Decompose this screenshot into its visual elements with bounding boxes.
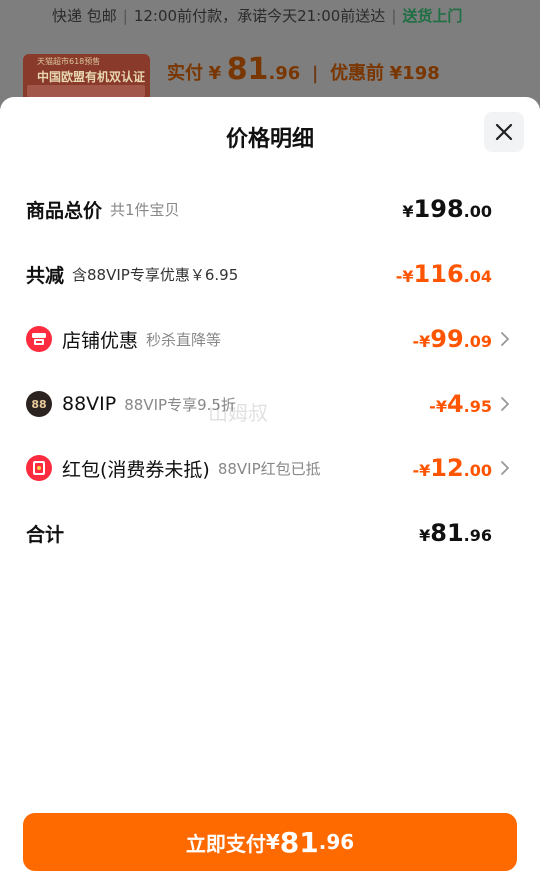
red-envelope-icon <box>26 455 52 481</box>
currency-symbol: ¥ <box>419 526 431 545</box>
row-total-discount: 共减 含88VIP专享优惠￥6.95 -¥116.04 <box>26 254 516 294</box>
background-page: 快递 包邮 | 12:00前付款，承诺今天21:00前送达 | 送货上门 天猫超市618… <box>0 0 540 110</box>
row-amount: -¥99.09 <box>412 325 492 353</box>
amount-dec: .04 <box>463 267 492 286</box>
row-label: 88VIP <box>62 393 117 415</box>
amount-dec: .95 <box>463 397 492 416</box>
divider: | <box>311 63 319 84</box>
close-button[interactable] <box>484 112 524 152</box>
chevron-right-icon <box>501 461 510 475</box>
pay-now-button[interactable]: 立即支付 ¥81.96 <box>23 813 517 871</box>
pay-dec: .96 <box>318 830 355 854</box>
actual-dec: .96 <box>268 63 301 84</box>
currency-symbol: ¥ <box>402 267 414 286</box>
amount-dec: .00 <box>463 202 492 221</box>
currency-symbol: ¥ <box>265 830 280 854</box>
original-label: 优惠前 <box>330 63 385 84</box>
row-88vip[interactable]: 88 88VIP 88VIP专享9.5折 -¥4.95 <box>26 384 516 424</box>
amount-int: 81 <box>430 519 464 547</box>
row-label: 商品总价 <box>26 199 103 222</box>
pay-label: 立即支付 <box>185 831 266 856</box>
delivery-info: 快递 包邮 | 12:00前付款，承诺今天21:00前送达 | 送货上门 <box>52 5 462 26</box>
divider: | <box>122 7 128 25</box>
row-amount: ¥198.00 <box>402 195 492 223</box>
price-detail-sheet: 价格明细 商品总价 共1件宝贝 ¥198.00 共减 含88VIP专享优惠￥6.… <box>0 97 540 893</box>
amount-dec: .96 <box>463 526 492 545</box>
row-sub: 含88VIP专享优惠￥6.95 <box>72 265 239 284</box>
amount-int: 198 <box>413 195 464 223</box>
row-amount: -¥4.95 <box>429 390 492 418</box>
thumb-band <box>27 85 145 97</box>
row-red-envelope[interactable]: 红包(消费券未抵) 88VIP红包已抵 -¥12.00 <box>26 448 516 488</box>
row-sub: 共1件宝贝 <box>110 200 180 219</box>
currency: ¥ <box>208 63 222 84</box>
vip-88-icon: 88 <box>26 391 52 417</box>
row-label: 红包(消费券未抵) <box>62 458 210 481</box>
shop-icon <box>26 326 52 352</box>
row-label: 共减 <box>26 264 65 287</box>
sheet-title: 价格明细 <box>225 127 314 152</box>
actual-int: 81 <box>226 52 269 87</box>
chevron-right-icon <box>501 332 510 346</box>
amount-dec: .09 <box>463 332 492 351</box>
currency-symbol: ¥ <box>419 332 431 351</box>
row-sub: 秒杀直降等 <box>146 330 222 349</box>
amount-int: 116 <box>413 260 464 288</box>
row-grand-total: 合计 ¥81.96 <box>26 513 516 553</box>
currency-symbol: ¥ <box>402 202 414 221</box>
home-delivery-text: 送货上门 <box>402 7 463 25</box>
amount-int: 12 <box>430 454 464 482</box>
pay-int: 81 <box>279 825 319 859</box>
amount-int: 99 <box>430 325 464 353</box>
bg-price-summary: 实付 ¥ 81.96 | 优惠前 ¥198 <box>167 52 440 87</box>
actual-label: 实付 <box>167 63 203 84</box>
thumb-line2: 中国欧盟有机双认证 <box>37 70 146 84</box>
row-shop-discount[interactable]: 店铺优惠 秒杀直降等 -¥99.09 <box>26 319 516 359</box>
promise-text: 12:00前付款，承诺今天21:00前送达 <box>133 7 386 25</box>
original-price: ¥198 <box>389 63 440 84</box>
row-label: 合计 <box>26 523 65 546</box>
divider: | <box>391 7 397 25</box>
amount-dec: .00 <box>463 461 492 480</box>
row-label: 店铺优惠 <box>62 329 139 352</box>
chevron-right-icon <box>501 397 510 411</box>
currency-symbol: ¥ <box>435 397 447 416</box>
row-amount: -¥116.04 <box>396 260 492 288</box>
row-amount: ¥81.96 <box>419 519 492 547</box>
minus-sign: - <box>429 397 436 416</box>
row-sub: 88VIP红包已抵 <box>217 459 321 478</box>
amount-int: 4 <box>446 390 464 418</box>
row-amount: -¥12.00 <box>412 454 492 482</box>
thumb-line1: 天猫超市618预售 <box>37 57 101 66</box>
watermark: 山姆叔 <box>208 401 268 425</box>
row-goods-total: 商品总价 共1件宝贝 ¥198.00 <box>26 189 516 229</box>
currency-symbol: ¥ <box>419 461 431 480</box>
close-icon <box>495 123 513 141</box>
delivery-text: 快递 包邮 <box>52 7 117 25</box>
